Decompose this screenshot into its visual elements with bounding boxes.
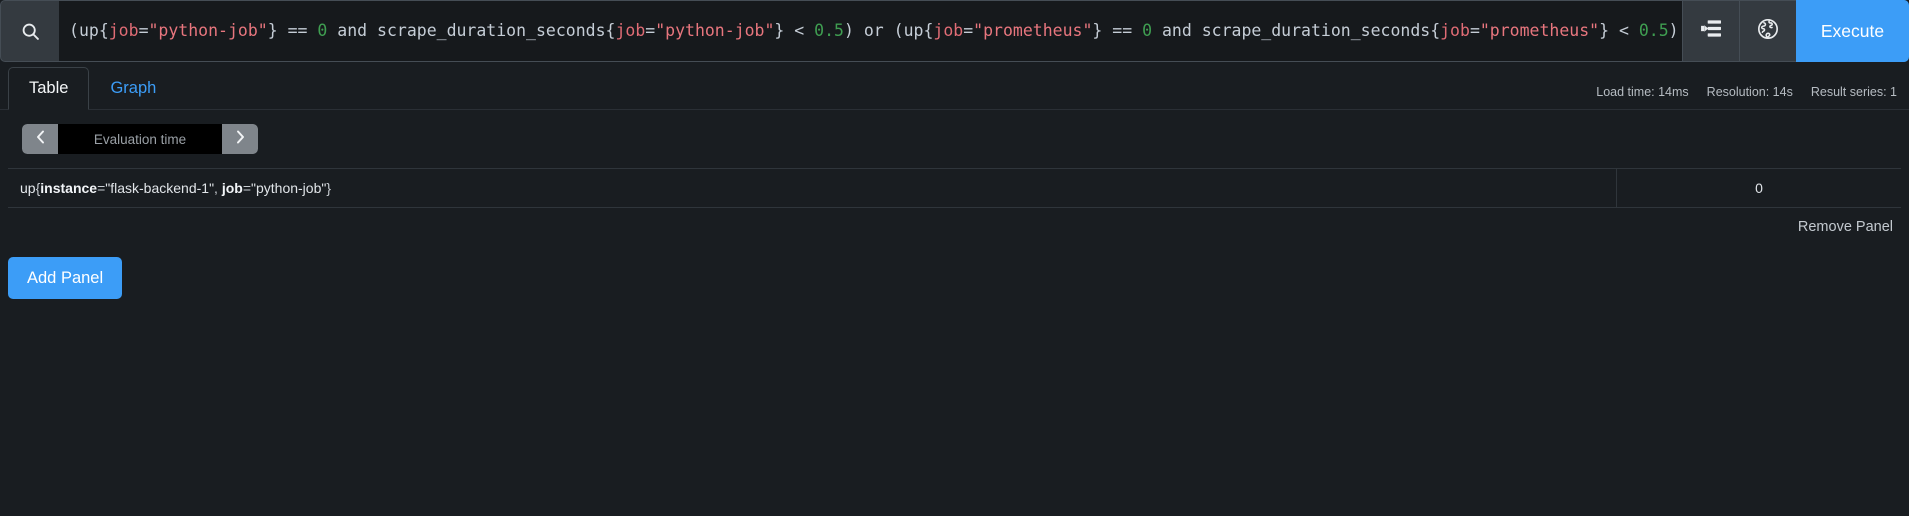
tab-graph[interactable]: Graph xyxy=(89,67,177,110)
table-row: up{instance="flask-backend-1", job="pyth… xyxy=(8,168,1901,208)
evaluation-time-input[interactable] xyxy=(58,124,222,154)
chevron-right-icon xyxy=(234,129,247,150)
load-time-stat: Load time: 14ms xyxy=(1596,85,1689,99)
chevron-left-icon xyxy=(34,129,47,150)
table-panel: up{instance="flask-backend-1", job="pyth… xyxy=(0,110,1909,235)
remove-panel-button[interactable]: Remove Panel xyxy=(1798,219,1893,235)
execute-button[interactable]: Execute xyxy=(1796,0,1909,62)
evaluation-time-next-button[interactable] xyxy=(222,124,258,154)
execute-button-label: Execute xyxy=(1820,20,1885,41)
metrics-explorer-icon xyxy=(1700,19,1722,43)
query-stats: Load time: 14ms Resolution: 14s Result s… xyxy=(1596,85,1901,109)
metric-value-cell: 0 xyxy=(1616,168,1901,208)
query-bar: (up{job="python-job"} == 0 and scrape_du… xyxy=(0,0,1909,62)
time-zone-button[interactable] xyxy=(1739,0,1796,62)
remove-panel-row: Remove Panel xyxy=(8,208,1901,235)
tab-graph-label: Graph xyxy=(110,79,157,97)
metric-value: 0 xyxy=(1755,180,1763,196)
expression-browser-page: (up{job="python-job"} == 0 and scrape_du… xyxy=(0,0,1909,516)
metric-series-text: up{instance="flask-backend-1", job="pyth… xyxy=(20,180,332,196)
result-table: up{instance="flask-backend-1", job="pyth… xyxy=(8,168,1901,208)
result-series-stat: Result series: 1 xyxy=(1810,85,1897,99)
evaluation-time-prev-button[interactable] xyxy=(22,124,58,154)
add-panel-row: Add Panel xyxy=(0,235,1909,299)
search-icon-addon xyxy=(0,0,59,62)
result-table-body: up{instance="flask-backend-1", job="pyth… xyxy=(8,168,1901,208)
globe-icon xyxy=(1757,18,1779,45)
evaluation-time-group xyxy=(22,124,258,154)
tab-table[interactable]: Table xyxy=(8,67,90,110)
metrics-explorer-button[interactable] xyxy=(1682,0,1739,62)
search-icon xyxy=(20,21,41,42)
add-panel-button[interactable]: Add Panel xyxy=(8,257,123,299)
tab-table-label: Table xyxy=(29,79,69,97)
query-expression-text: (up{job="python-job"} == 0 and scrape_du… xyxy=(69,21,1679,40)
panel-tabs: Table Graph xyxy=(8,67,177,110)
resolution-stat: Resolution: 14s xyxy=(1706,85,1793,99)
metric-series-cell: up{instance="flask-backend-1", job="pyth… xyxy=(8,168,1617,208)
query-input[interactable]: (up{job="python-job"} == 0 and scrape_du… xyxy=(59,0,1682,62)
panel-tabs-row: Table Graph Load time: 14ms Resolution: … xyxy=(0,62,1909,110)
